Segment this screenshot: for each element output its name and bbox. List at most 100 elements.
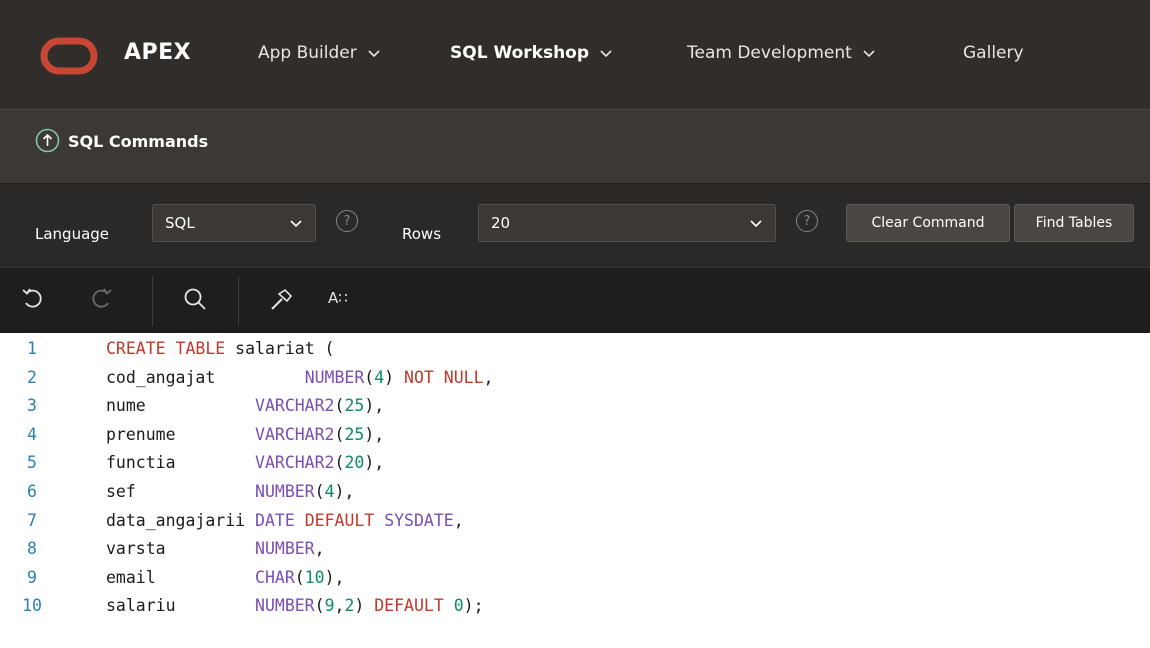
rows-help-icon[interactable]: ? [796,210,818,232]
code-token: ), [364,424,385,444]
code-line[interactable]: 6 sef NUMBER(4), [0,478,1150,506]
code-token: prenume [106,424,256,444]
code-token: ) [354,596,375,616]
code-token: CHAR [255,567,295,587]
line-number: 4 [27,424,37,444]
hammer-icon[interactable] [268,286,294,312]
code-line[interactable]: 3 nume VARCHAR2(25), [0,392,1150,420]
line-number: 5 [27,453,37,473]
code-text: email CHAR(10), [106,564,344,592]
code-token: cod_angajat [106,367,305,387]
rows-select[interactable]: 20 [478,204,776,242]
code-token: VARCHAR2 [255,396,335,416]
chevron-down-icon [862,46,876,60]
line-number: 9 [27,567,37,587]
undo-icon[interactable] [20,286,46,312]
code-token: 10 [304,567,325,587]
text-format-icon[interactable]: A∷ [328,289,368,315]
line-number: 6 [27,482,37,501]
language-select[interactable]: SQL [152,204,316,242]
code-line[interactable]: 5 functia VARCHAR2(20), [0,449,1150,477]
toolbar-divider [152,276,153,326]
code-token: functia [106,453,256,473]
code-token: DEFAULT [304,510,375,530]
chevron-down-icon [289,216,303,230]
code-token: ( [334,424,345,444]
code-line[interactable]: 7 data_angajarii DATE DEFAULT SYSDATE, [0,507,1150,535]
code-token: NUMBER [255,539,315,559]
code-token: ), [364,453,385,473]
code-token: NOT NULL [404,367,484,387]
code-token: NUMBER [255,596,315,616]
code-token: data_angajarii [106,510,256,530]
language-select-value: SQL [165,214,195,232]
code-text: data_angajarii DATE DEFAULT SYSDATE, [106,507,464,535]
code-token: VARCHAR2 [255,424,335,444]
code-token: , [483,367,494,387]
up-arrow-circle-icon[interactable] [35,128,60,153]
chevron-down-icon [749,216,763,230]
page-title: SQL Commands [68,132,209,151]
brand-title[interactable]: APEX [124,40,191,65]
code-token: ), [324,567,345,587]
code-token: ( [334,396,345,416]
code-token: sef [106,482,256,501]
code-line[interactable]: 9 email CHAR(10), [0,564,1150,592]
code-line[interactable]: 8 varsta NUMBER, [0,535,1150,563]
find-tables-button[interactable]: Find Tables [1014,204,1134,242]
code-token: ) [384,367,405,387]
code-line[interactable]: 10 salariu NUMBER(9,2) DEFAULT 0); [0,592,1150,620]
code-token: NUMBER [304,367,365,387]
line-number: 2 [27,367,37,387]
language-help-icon[interactable]: ? [336,210,358,232]
code-token: salariat ( [225,339,335,358]
code-token: VARCHAR2 [255,453,335,473]
nav-sql-workshop-label: SQL Workshop [450,43,590,63]
code-token: SYSDATE [384,510,454,530]
redo-icon[interactable] [88,286,114,312]
code-token: 20 [344,453,365,473]
code-text: nume VARCHAR2(25), [106,392,384,420]
clear-command-button[interactable]: Clear Command [846,204,1010,242]
chevron-down-icon [599,46,613,60]
chevron-down-icon [367,46,381,60]
sql-code-editor[interactable]: 1 CREATE TABLE salariat ( 2 cod_angajat NUM… [0,333,1150,648]
code-token: ), [364,396,385,416]
code-token: DATE [255,510,295,530]
line-number: 7 [27,510,37,530]
code-line[interactable]: 1 CREATE TABLE salariat ( [0,335,1150,363]
nav-app-builder[interactable]: App Builder [258,43,381,63]
nav-gallery[interactable]: Gallery [963,43,1024,63]
code-token: varsta [106,539,256,559]
code-token: 25 [344,396,365,416]
rows-select-value: 20 [491,214,511,232]
code-token: NUMBER [255,482,315,501]
nav-sql-workshop[interactable]: SQL Workshop [450,43,613,63]
code-token: ( [334,453,345,473]
rows-label: Rows [402,225,442,243]
code-text: salariu NUMBER(9,2) DEFAULT 0); [106,592,484,620]
nav-team-development[interactable]: Team Development [687,43,876,63]
code-token: 4 [324,482,335,501]
nav-app-builder-label: App Builder [258,43,357,63]
search-icon[interactable] [182,286,208,312]
code-token: 4 [374,367,385,387]
code-token: ( [294,567,305,587]
oracle-logo-icon[interactable] [40,37,98,75]
code-token: , [334,596,345,616]
code-line[interactable]: 4 prenume VARCHAR2(25), [0,421,1150,449]
code-token: email [106,567,256,587]
code-token: nume [106,396,256,416]
code-token: salariu [106,596,256,616]
code-token: ( [314,596,325,616]
nav-gallery-label: Gallery [963,43,1024,63]
code-text: cod_angajat NUMBER(4) NOT NULL, [106,364,493,392]
code-line[interactable]: 2 cod_angajat NUMBER(4) NOT NULL, [0,364,1150,392]
code-token: DEFAULT [374,596,444,616]
nav-team-development-label: Team Development [687,43,852,63]
code-token: 2 [344,596,355,616]
line-number: 8 [27,539,37,559]
